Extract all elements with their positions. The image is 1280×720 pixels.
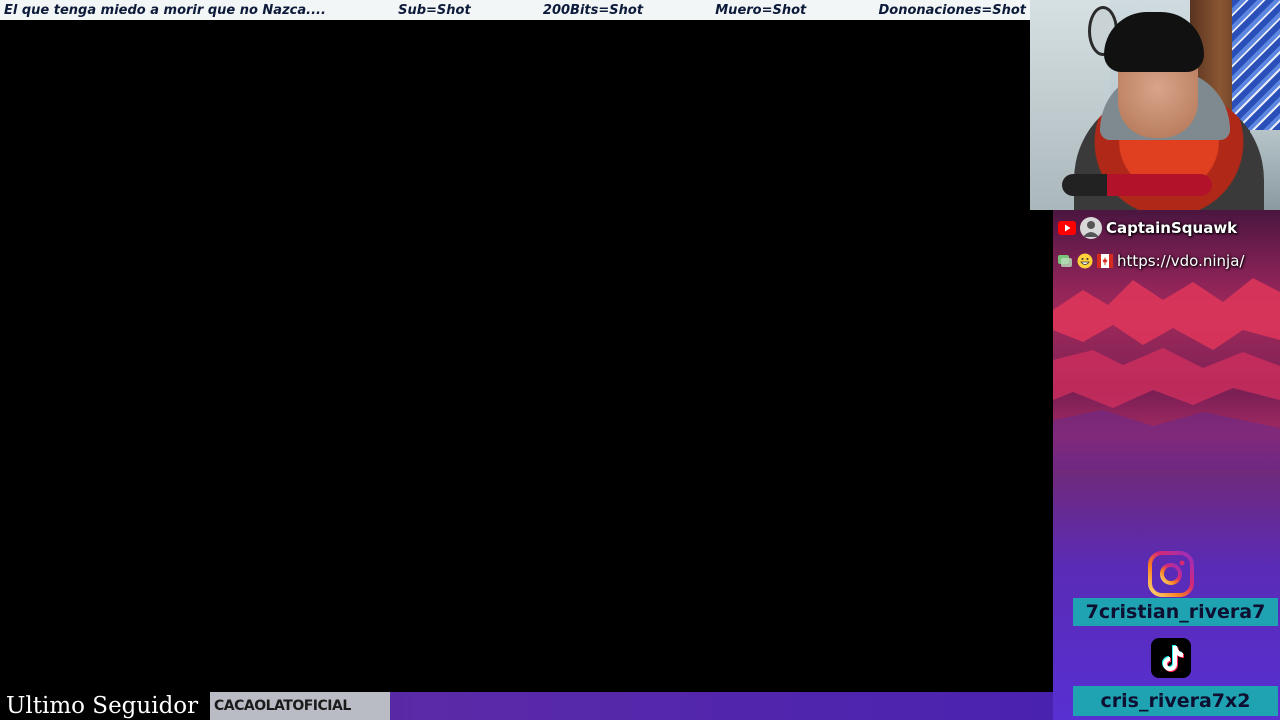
- webcam-curtain: [1232, 0, 1280, 130]
- chat-badge-icon: [1057, 253, 1073, 269]
- ticker-item-donation-rule: Dononaciones=Shot: [878, 2, 1026, 18]
- ticker-item-death-rule: Muero=Shot: [715, 2, 807, 18]
- canada-flag-icon: [1097, 254, 1113, 268]
- youtube-icon: [1058, 221, 1076, 235]
- chat-message: CaptainSquawk: [1058, 215, 1237, 241]
- webcam-feed: [1030, 0, 1280, 210]
- user-avatar-icon: [1080, 217, 1102, 239]
- chat-message-text: https://vdo.ninja/: [1117, 252, 1245, 270]
- instagram-handle: 7cristian_rivera7: [1073, 598, 1278, 626]
- sidebar-mountain-art: [1053, 278, 1280, 470]
- webcam-microphone: [1062, 174, 1212, 196]
- chat-username: CaptainSquawk: [1106, 219, 1238, 237]
- tiktok-handle: cris_rivera7x2: [1073, 686, 1278, 716]
- ticker-item-bits-rule: 200Bits=Shot: [542, 2, 644, 18]
- webcam-streamer-hair: [1104, 12, 1204, 72]
- top-ticker-bar: El que tenga miedo a morir que no Nazca.…: [0, 0, 1030, 20]
- last-follower-name: CACAOLATOFICIAL: [210, 692, 390, 720]
- instagram-icon: [1147, 550, 1195, 598]
- stream-overlay: El que tenga miedo a morir que no Nazca.…: [0, 0, 1280, 720]
- ticker-item-sub-rule: Sub=Shot: [398, 2, 471, 18]
- last-follower-label: Ultimo Seguidor: [0, 692, 210, 720]
- chat-message: https://vdo.ninja/: [1057, 248, 1244, 274]
- tiktok-icon: [1150, 637, 1192, 679]
- grin-emoji-icon: [1077, 253, 1093, 269]
- ticker-item-motto: El que tenga miedo a morir que no Nazca.…: [4, 2, 326, 18]
- game-capture-area: [0, 20, 1053, 692]
